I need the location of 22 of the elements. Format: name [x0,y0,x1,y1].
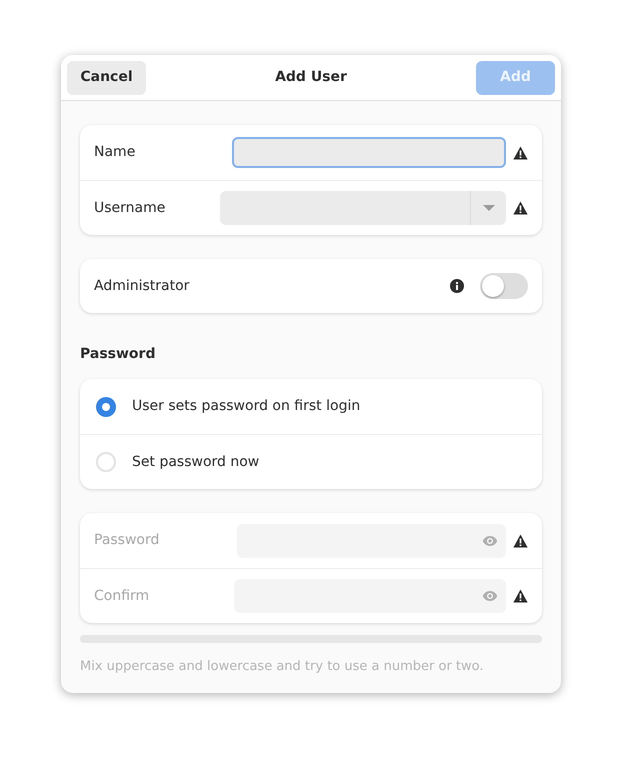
info-icon [450,279,464,293]
row-label: Password [94,531,160,550]
option-label: User sets password on first login [132,397,360,416]
password-hint: Mix uppercase and lowercase and try to use a number or two. [80,658,485,676]
radio-button[interactable] [96,396,116,416]
row-label: Username [94,198,166,218]
warning-icon [513,201,528,215]
radio-button[interactable] [96,452,116,472]
toggle-switch[interactable] [480,273,528,299]
option-label: Set password now [132,452,260,472]
warning-icon [513,146,528,160]
warning-icon [513,589,528,603]
row-label: Confirm [94,586,150,606]
dropdown-arrow-icon [482,205,494,211]
name-field[interactable] [232,137,506,168]
row-label: Administrator [94,276,190,296]
cancel-button[interactable]: Cancel [67,60,146,94]
username-dropdown[interactable] [220,191,506,225]
row-label: Name [94,143,136,162]
dialog-title: Add User [275,68,347,87]
section-heading: Password [80,345,156,364]
warning-icon [513,534,528,548]
